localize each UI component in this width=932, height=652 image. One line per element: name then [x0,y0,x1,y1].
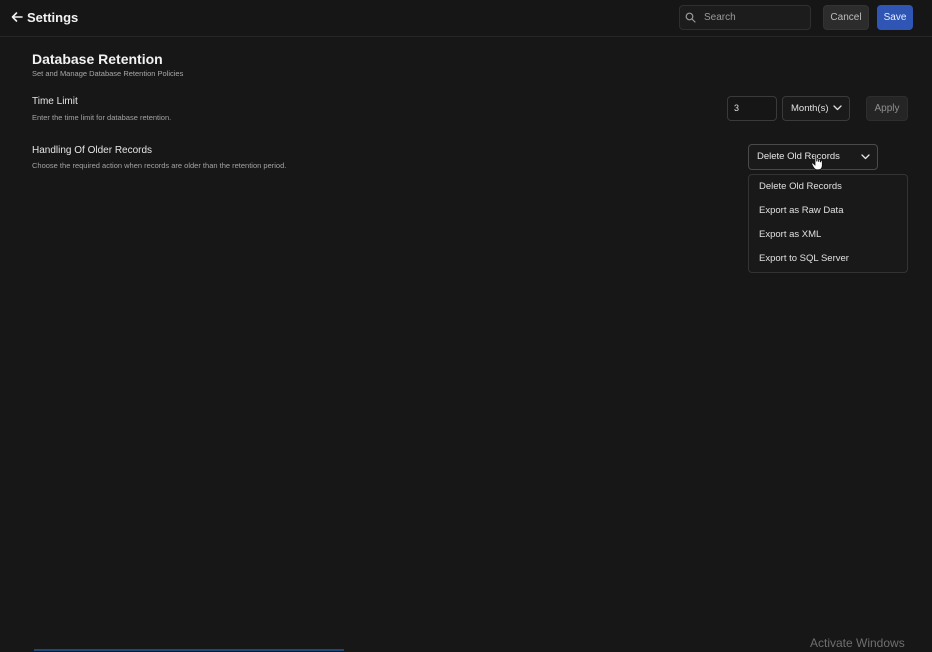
header-bar: Settings Cancel Save [0,0,932,37]
chevron-down-icon [861,154,870,160]
time-limit-input[interactable]: 3 [727,96,777,121]
search-icon [685,12,696,23]
dropdown-option-delete-old-records[interactable]: Delete Old Records [749,175,907,199]
activate-windows-watermark: Activate Windows [810,636,905,650]
older-records-description: Choose the required action when records … [32,161,287,170]
save-button[interactable]: Save [877,5,913,30]
older-records-label: Handling Of Older Records [32,145,153,156]
older-records-selected-value: Delete Old Records [757,151,840,162]
apply-button[interactable]: Apply [866,96,908,121]
taskbar-accent-line [34,649,344,651]
dropdown-option-export-xml[interactable]: Export as XML [749,223,907,247]
settings-page: Settings Cancel Save Database Retention … [0,0,932,652]
section-title: Database Retention [32,51,163,67]
older-records-dropdown-menu: Delete Old Records Export as Raw Data Ex… [748,174,908,273]
search-input[interactable] [704,9,804,26]
time-limit-label: Time Limit [32,96,78,107]
time-unit-select[interactable]: Month(s) [782,96,850,121]
chevron-down-icon [833,105,842,111]
section-subtitle: Set and Manage Database Retention Polici… [32,69,184,78]
dropdown-option-export-sql-server[interactable]: Export to SQL Server [749,247,907,271]
time-limit-description: Enter the time limit for database retent… [32,113,172,122]
cancel-button[interactable]: Cancel [823,5,869,30]
page-title: Settings [27,10,79,25]
dropdown-option-export-raw-data[interactable]: Export as Raw Data [749,199,907,223]
hand-cursor-icon [811,153,823,171]
time-unit-value: Month(s) [791,103,829,114]
back-arrow-icon[interactable] [11,11,23,23]
search-box[interactable] [679,5,811,30]
